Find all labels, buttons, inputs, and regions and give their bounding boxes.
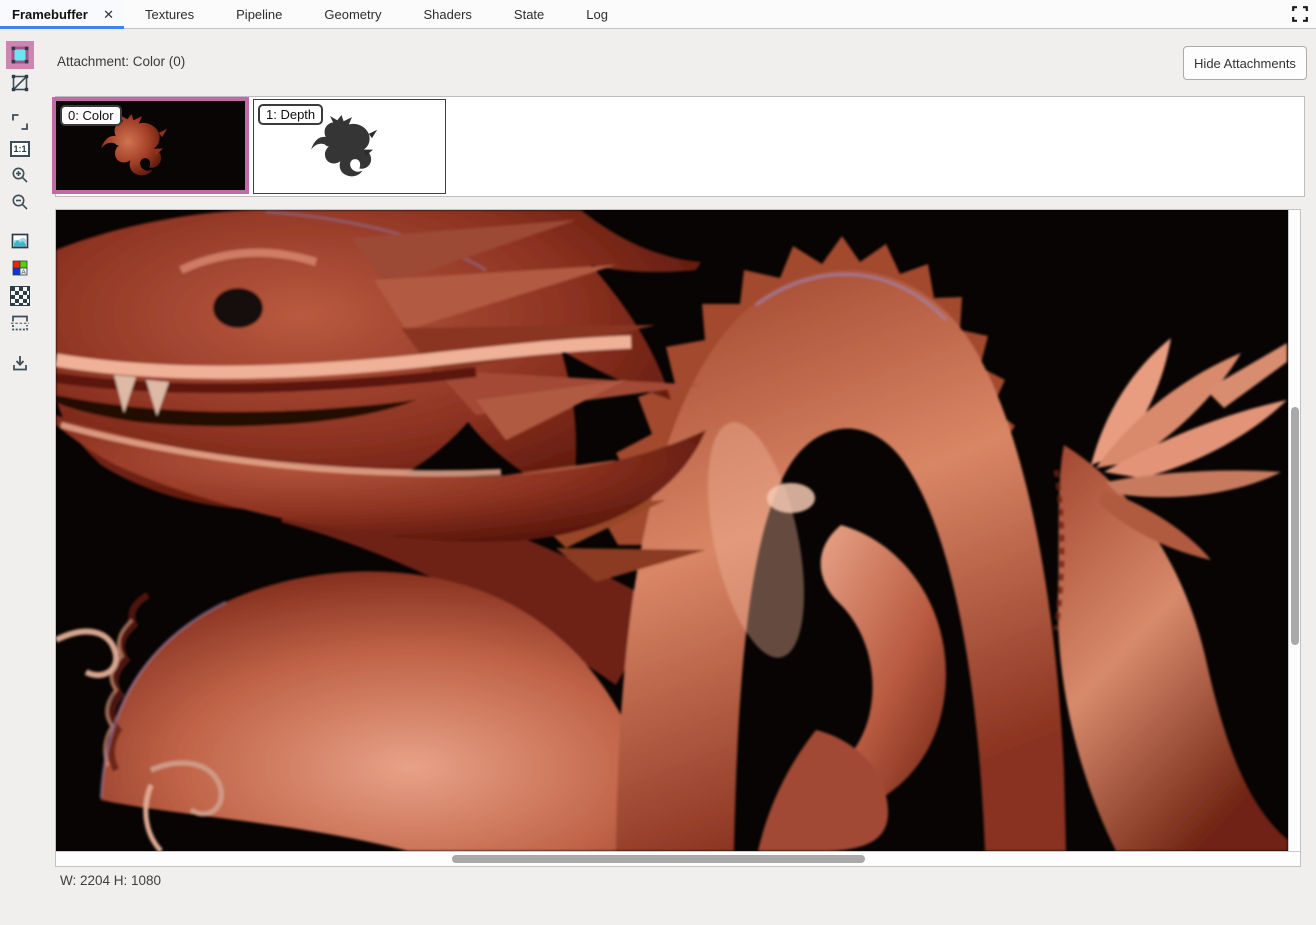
tab-geometry[interactable]: Geometry — [303, 0, 402, 28]
zoom-in-icon[interactable] — [10, 165, 30, 185]
save-image-icon[interactable] — [10, 353, 30, 373]
histogram-icon[interactable] — [10, 231, 30, 251]
tab-textures-label: Textures — [145, 7, 194, 22]
dragon-render — [56, 210, 1288, 851]
horizontal-scrollbar[interactable] — [56, 851, 1300, 866]
close-icon[interactable]: ✕ — [103, 8, 114, 21]
wireframe-icon[interactable] — [10, 73, 30, 93]
tab-framebuffer-label: Framebuffer — [12, 7, 88, 22]
hide-attachments-button[interactable]: Hide Attachments — [1183, 46, 1307, 80]
zoom-to-fit-icon[interactable] — [10, 112, 30, 132]
attachment-0-label: 0: Color — [60, 105, 122, 126]
tab-log-label: Log — [586, 7, 608, 22]
attachment-label: Attachment: Color (0) — [57, 54, 185, 69]
tab-bar: Framebuffer ✕ Textures Pipeline Geometry… — [0, 0, 1316, 29]
fullscreen-icon[interactable] — [1292, 6, 1308, 22]
framebuffer-image[interactable] — [56, 210, 1288, 851]
tab-textures[interactable]: Textures — [124, 0, 215, 28]
framebuffer-viewer — [55, 209, 1301, 867]
attachment-thumbnail-depth[interactable]: 1: Depth — [253, 99, 446, 194]
vertical-scrollbar-thumb[interactable] — [1291, 407, 1299, 645]
tab-shaders-label: Shaders — [423, 7, 471, 22]
tab-state[interactable]: State — [493, 0, 565, 28]
horizontal-scrollbar-thumb[interactable] — [452, 855, 865, 863]
image-dimensions-status: W: 2204 H: 1080 — [60, 873, 161, 888]
actual-size-icon[interactable]: 1:1 — [10, 139, 30, 159]
attachment-1-label: 1: Depth — [258, 104, 323, 125]
attachment-thumbnail-color[interactable]: 0: Color — [52, 97, 249, 194]
tab-geometry-label: Geometry — [324, 7, 381, 22]
color-buffer-icon[interactable] — [10, 45, 30, 65]
tab-log[interactable]: Log — [565, 0, 629, 28]
svg-text:A: A — [21, 269, 26, 276]
tab-shaders[interactable]: Shaders — [402, 0, 492, 28]
color-channels-icon[interactable]: A — [10, 258, 30, 278]
tab-framebuffer[interactable]: Framebuffer ✕ — [0, 0, 124, 28]
vertical-scrollbar[interactable] — [1288, 210, 1300, 851]
checkerboard-background-icon[interactable] — [10, 286, 30, 306]
zoom-out-icon[interactable] — [10, 192, 30, 212]
flip-vertically-icon[interactable] — [10, 313, 30, 333]
tab-pipeline-label: Pipeline — [236, 7, 282, 22]
tab-state-label: State — [514, 7, 544, 22]
tab-pipeline[interactable]: Pipeline — [215, 0, 303, 28]
actual-size-label: 1:1 — [10, 141, 30, 157]
